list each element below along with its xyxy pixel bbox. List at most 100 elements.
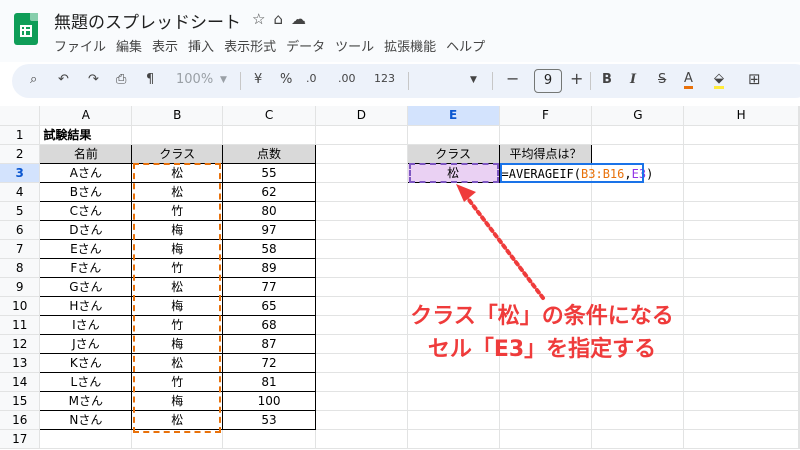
cell[interactable] xyxy=(499,277,593,297)
cell-name[interactable]: Fさん xyxy=(39,257,133,278)
cell-class[interactable]: 梅 xyxy=(131,238,224,259)
cell-class[interactable]: 梅 xyxy=(131,219,224,240)
cell-name[interactable]: Eさん xyxy=(39,238,133,259)
cell[interactable] xyxy=(683,258,799,278)
cell[interactable] xyxy=(315,201,408,221)
decrease-decimal-button[interactable]: .0 xyxy=(306,72,317,85)
row-header[interactable]: 2 xyxy=(0,144,41,164)
cell[interactable] xyxy=(591,391,685,411)
cell-class[interactable]: 松 xyxy=(131,276,224,297)
percent-format-button[interactable]: % xyxy=(280,72,292,87)
column-header-h[interactable]: H xyxy=(683,106,799,126)
cell[interactable] xyxy=(683,277,799,297)
row-header[interactable]: 17 xyxy=(0,429,41,449)
cell[interactable] xyxy=(315,372,408,392)
cell[interactable] xyxy=(315,429,408,449)
cell[interactable] xyxy=(407,391,500,411)
cell[interactable] xyxy=(315,391,408,411)
cell[interactable] xyxy=(499,429,593,449)
cell[interactable] xyxy=(407,258,500,278)
text-color-button[interactable]: A xyxy=(684,72,693,89)
cell-score[interactable]: 68 xyxy=(222,314,316,335)
cell[interactable] xyxy=(798,334,800,354)
cell-a2[interactable]: 名前 xyxy=(39,143,133,164)
cell-name[interactable]: Jさん xyxy=(39,333,133,354)
sheets-logo-icon[interactable] xyxy=(14,13,38,45)
cell[interactable] xyxy=(798,144,800,164)
cell[interactable] xyxy=(798,315,800,335)
cell[interactable] xyxy=(798,410,800,430)
cell[interactable] xyxy=(315,144,408,164)
number-format-button[interactable]: 123 xyxy=(374,72,395,85)
cell[interactable] xyxy=(798,220,800,240)
cell-c2[interactable]: 点数 xyxy=(222,143,316,164)
column-header-a[interactable]: A xyxy=(39,106,133,126)
cell-score[interactable]: 80 xyxy=(222,200,316,221)
menu-view[interactable]: 表示 xyxy=(152,40,178,55)
cell[interactable] xyxy=(315,220,408,240)
row-header[interactable]: 1 xyxy=(0,125,41,145)
cell[interactable] xyxy=(499,182,593,202)
cell[interactable] xyxy=(499,239,593,259)
cell[interactable] xyxy=(591,372,685,392)
cell[interactable] xyxy=(798,277,800,297)
column-header-b[interactable]: B xyxy=(131,106,224,126)
cell[interactable] xyxy=(591,182,685,202)
cell-class[interactable]: 竹 xyxy=(131,257,224,278)
row-header[interactable]: 13 xyxy=(0,353,41,373)
cell[interactable] xyxy=(683,125,799,145)
cell-class[interactable]: 梅 xyxy=(131,295,224,316)
cell[interactable] xyxy=(798,353,800,373)
cell[interactable] xyxy=(683,410,799,430)
cell-f2[interactable]: 平均得点は？ xyxy=(498,143,593,164)
column-header-extra[interactable] xyxy=(798,106,800,126)
menu-tools[interactable]: ツール xyxy=(335,40,374,55)
column-header-c[interactable]: C xyxy=(222,106,316,126)
cell[interactable] xyxy=(591,429,685,449)
cell[interactable] xyxy=(798,296,800,316)
cell[interactable] xyxy=(315,258,408,278)
row-header[interactable]: 6 xyxy=(0,220,41,240)
cell-f3-formula[interactable]: =AVERAGEIF(B3:B16,E3) xyxy=(499,163,653,183)
cell[interactable] xyxy=(683,220,799,240)
cell[interactable] xyxy=(499,391,593,411)
italic-button[interactable]: I xyxy=(630,72,636,87)
cell-name[interactable]: Kさん xyxy=(39,352,133,373)
row-header[interactable]: 11 xyxy=(0,315,41,335)
menu-edit[interactable]: 編集 xyxy=(116,40,142,55)
cell-name[interactable]: Gさん xyxy=(39,276,133,297)
cell-e2[interactable]: クラス xyxy=(406,143,500,164)
star-icon[interactable]: ☆ xyxy=(252,10,273,28)
cell-score[interactable]: 58 xyxy=(222,238,316,259)
cell-name[interactable]: Nさん xyxy=(39,409,133,430)
cell[interactable] xyxy=(407,182,500,202)
document-title[interactable]: 無題のスプレッドシート xyxy=(54,8,241,33)
zoom-dropdown-icon[interactable]: ▼ xyxy=(220,75,227,85)
move-to-folder-icon[interactable]: ⌂ xyxy=(273,10,291,28)
borders-icon[interactable]: ⊞ xyxy=(748,70,761,88)
menu-file[interactable]: ファイル xyxy=(54,40,106,55)
zoom-select[interactable]: 100% xyxy=(176,72,213,87)
row-header[interactable]: 16 xyxy=(0,410,41,430)
row-header[interactable]: 8 xyxy=(0,258,41,278)
cell[interactable] xyxy=(591,258,685,278)
cell-b2[interactable]: クラス xyxy=(131,143,224,164)
column-header-e[interactable]: E xyxy=(407,106,500,126)
cell[interactable] xyxy=(683,372,799,392)
cell[interactable] xyxy=(315,239,408,259)
cell-name[interactable]: Aさん xyxy=(39,162,133,183)
cell-class[interactable]: 梅 xyxy=(131,333,224,354)
minus-icon[interactable]: − xyxy=(506,69,519,88)
cell[interactable] xyxy=(591,220,685,240)
cell[interactable] xyxy=(683,201,799,221)
cell-class[interactable]: 竹 xyxy=(131,314,224,335)
plus-icon[interactable]: + xyxy=(570,69,583,88)
fill-color-icon[interactable]: ⬙ xyxy=(714,72,724,89)
cell-name[interactable]: Bさん xyxy=(39,181,133,202)
cell[interactable] xyxy=(798,125,800,145)
cell[interactable] xyxy=(591,144,685,164)
row-header[interactable]: 12 xyxy=(0,334,41,354)
cell[interactable] xyxy=(591,125,685,145)
cell[interactable] xyxy=(39,429,133,449)
column-header-g[interactable]: G xyxy=(591,106,685,126)
